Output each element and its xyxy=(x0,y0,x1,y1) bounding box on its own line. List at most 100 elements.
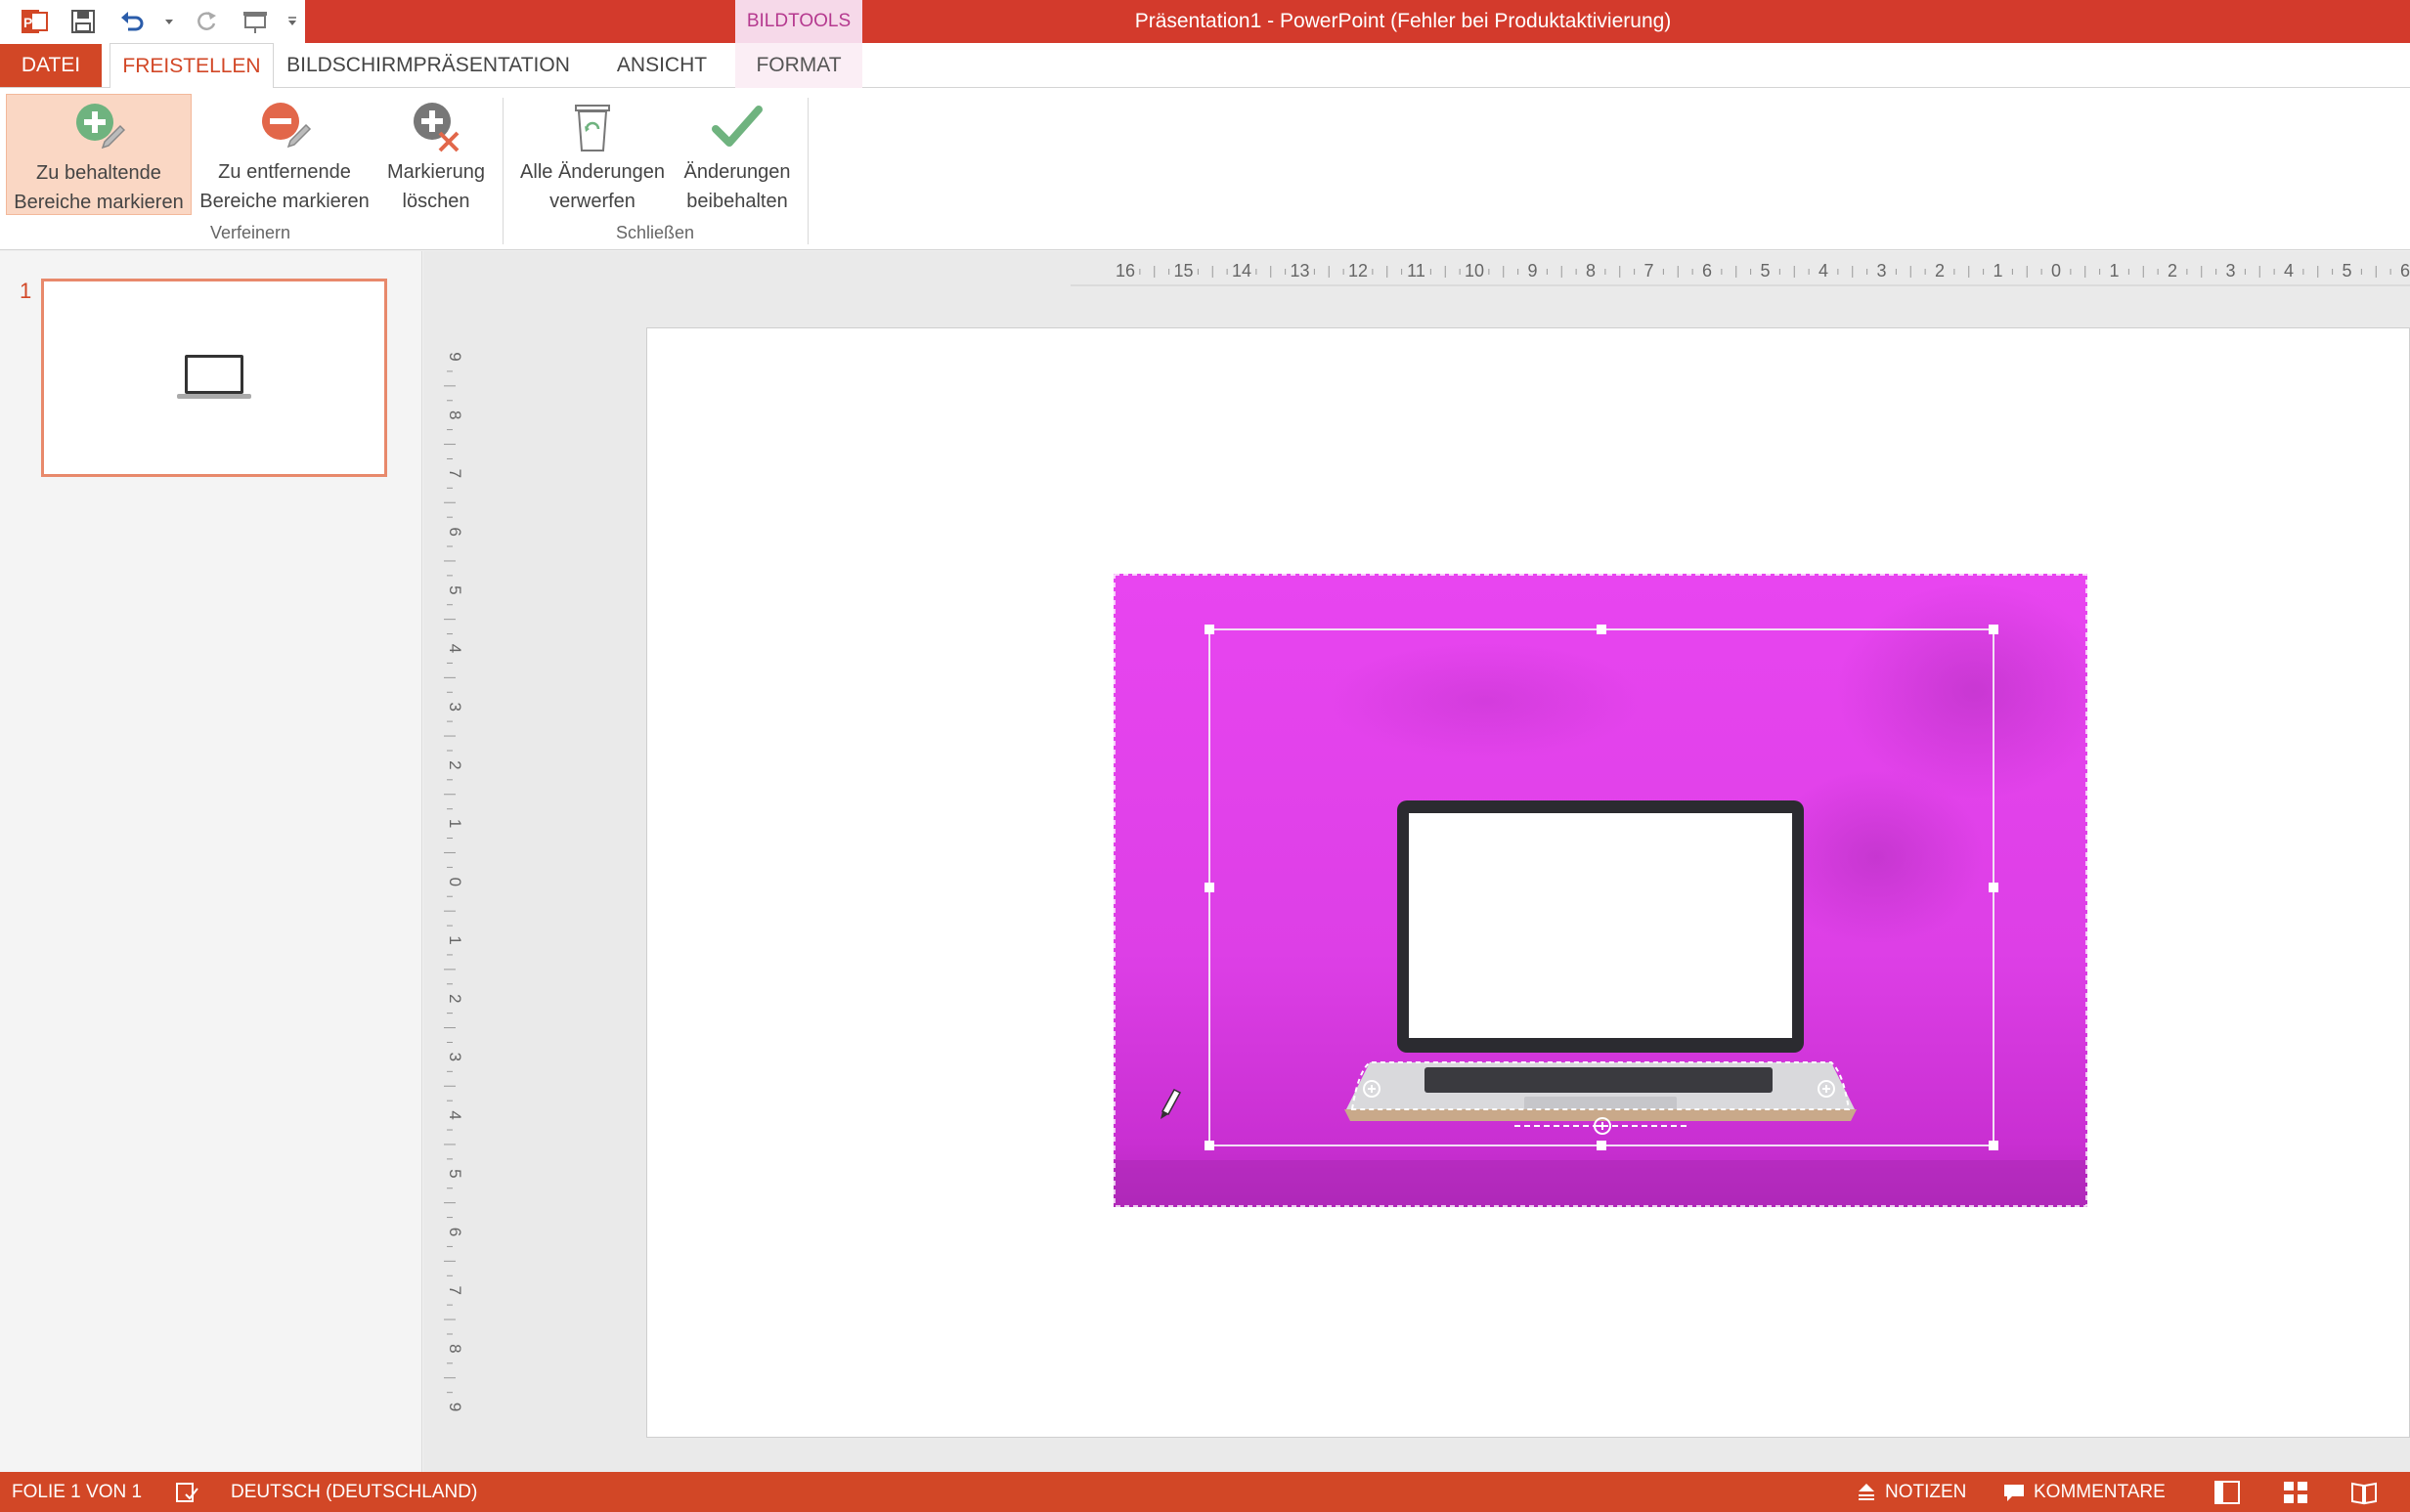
status-bar: FOLIE 1 VON 1 DEUTSCH (DEUTSCHLAND) NOTI… xyxy=(0,1472,2410,1512)
ruler-label: 3 xyxy=(446,702,464,711)
powerpoint-window: P BILDTOOLS Präsentation1 - PowerPoint (… xyxy=(0,0,2410,1512)
mark-areas-to-keep-button[interactable]: Zu behaltende Bereiche markieren xyxy=(6,94,192,215)
slide-thumbnail[interactable] xyxy=(41,279,387,477)
resize-handle[interactable] xyxy=(1205,625,1214,634)
tab-view[interactable]: ANSICHT xyxy=(598,43,725,88)
slide-sorter-icon[interactable] xyxy=(2282,1472,2309,1512)
window-title: Präsentation1 - PowerPoint (Fehler bei P… xyxy=(1134,10,1672,32)
keep-changes-button[interactable]: Änderungen beibehalten xyxy=(677,94,798,215)
ruler-label: 6 xyxy=(446,1228,464,1236)
mark-remove-label-2: Bereiche markieren xyxy=(199,191,370,212)
mark-areas-to-remove-button[interactable]: Zu entfernende Bereiche markieren xyxy=(192,94,377,215)
ruler-label: 1 xyxy=(446,819,464,828)
ruler-label: 3 xyxy=(2225,261,2235,281)
resize-handle[interactable] xyxy=(1989,883,1998,892)
ruler-label: 7 xyxy=(446,1285,464,1294)
plus-pencil-icon xyxy=(67,99,130,157)
slide-info: FOLIE 1 VON 1 xyxy=(12,1482,143,1502)
comment-icon xyxy=(2004,1484,2024,1501)
comments-button[interactable]: KOMMENTARE xyxy=(2002,1472,2166,1512)
ruler-label: 8 xyxy=(1586,261,1596,281)
vertical-ruler[interactable]: 9 8 7 6 5 4 3 2 1 0 1 2 3 4 5 6 7 8 9 xyxy=(435,327,464,1438)
ruler-label: 5 xyxy=(1760,261,1770,281)
resize-handle[interactable] xyxy=(1989,625,1998,634)
ruler-label: 9 xyxy=(446,1403,464,1411)
ruler-label: 13 xyxy=(1290,261,1309,281)
ruler-label: 2 xyxy=(446,760,464,769)
reading-view-icon[interactable] xyxy=(2350,1472,2378,1512)
group-separator xyxy=(503,98,504,244)
tab-format[interactable]: FORMAT xyxy=(735,43,862,88)
redo-icon[interactable] xyxy=(184,2,229,41)
laptop-image xyxy=(1344,800,1857,1121)
background-blur-shape xyxy=(1329,642,1642,759)
delete-mark-label-1: Markierung xyxy=(386,161,486,183)
ruler-label: 15 xyxy=(1173,261,1193,281)
normal-view-icon[interactable] xyxy=(2213,1472,2241,1512)
keep-changes-label-2: beibehalten xyxy=(686,191,788,212)
checkmark-icon xyxy=(706,98,768,156)
start-slideshow-icon[interactable] xyxy=(233,2,278,41)
minus-pencil-icon xyxy=(253,98,316,156)
table-edge xyxy=(1114,1160,2087,1207)
recycle-bin-icon xyxy=(561,98,624,156)
tab-file[interactable]: DATEI xyxy=(0,44,102,87)
picture-tools-context-header: BILDTOOLS xyxy=(735,0,862,43)
laptop-thumbnail-icon xyxy=(177,354,251,399)
ribbon-tabs: DATEI FREISTELLEN BILDSCHIRMPRÄSENTATION… xyxy=(0,43,2410,89)
ribbon: Zu behaltende Bereiche markieren Zu entf… xyxy=(0,88,2410,250)
notes-label: NOTIZEN xyxy=(1885,1482,1967,1502)
ruler-label: 4 xyxy=(2284,261,2294,281)
keep-changes-label-1: Änderungen xyxy=(683,161,791,183)
resize-handle[interactable] xyxy=(1205,1141,1214,1150)
group-label-close: Schließen xyxy=(615,223,695,242)
resize-handle[interactable] xyxy=(1597,1141,1606,1150)
delete-mark-button[interactable]: Markierung löschen xyxy=(377,94,495,215)
ruler-label: 0 xyxy=(446,878,464,886)
tab-slideshow[interactable]: BILDSCHIRMPRÄSENTATION xyxy=(285,43,571,88)
ruler-label: 1 xyxy=(1993,261,2002,281)
undo-dropdown-icon[interactable] xyxy=(158,2,180,41)
ruler-label: 16 xyxy=(1116,261,1135,281)
ruler-label: 3 xyxy=(446,1053,464,1061)
tab-freistellen[interactable]: FREISTELLEN xyxy=(110,43,274,89)
customize-toolbar-icon[interactable] xyxy=(282,2,303,41)
resize-handle[interactable] xyxy=(1205,883,1214,892)
ruler-label: 6 xyxy=(2400,261,2410,281)
discard-all-changes-button[interactable]: Alle Änderungen verwerfen xyxy=(508,94,677,215)
notes-button[interactable]: NOTIZEN xyxy=(1856,1472,1966,1512)
slide-number: 1 xyxy=(20,279,32,303)
notes-icon xyxy=(1859,1483,1874,1500)
ruler-label: 0 xyxy=(2051,261,2061,281)
mark-keep-label-2: Bereiche markieren xyxy=(14,192,184,213)
ruler-label: 1 xyxy=(446,935,464,944)
ruler-label: 2 xyxy=(2168,261,2177,281)
resize-handle[interactable] xyxy=(1989,1141,1998,1150)
ruler-label: 2 xyxy=(446,994,464,1003)
ruler-label: 4 xyxy=(446,644,464,653)
svg-text:P: P xyxy=(23,15,32,30)
ruler-label: 8 xyxy=(446,1344,464,1353)
ruler-label: 6 xyxy=(1702,261,1712,281)
ruler-label: 5 xyxy=(446,1169,464,1178)
spellcheck-icon[interactable] xyxy=(174,1472,199,1512)
undo-icon[interactable] xyxy=(110,2,154,41)
delete-mark-icon xyxy=(405,98,467,156)
ruler-label: 9 xyxy=(446,352,464,361)
save-icon[interactable] xyxy=(61,2,106,41)
horizontal-ruler[interactable]: 1615141312111098765432101234567891011121… xyxy=(1071,257,2410,286)
language-indicator[interactable]: DEUTSCH (DEUTSCHLAND) xyxy=(231,1472,477,1512)
resize-handle[interactable] xyxy=(1597,625,1606,634)
ruler-label: 5 xyxy=(446,585,464,594)
ruler-label: 2 xyxy=(1935,261,1945,281)
ruler-label: 7 xyxy=(1643,261,1653,281)
ruler-label: 11 xyxy=(1407,261,1425,281)
ruler-label: 1 xyxy=(2109,261,2119,281)
ruler-label: 8 xyxy=(446,410,464,419)
picture-background-removal[interactable] xyxy=(1114,574,2087,1207)
discard-label-2: verwerfen xyxy=(549,191,635,212)
ruler-label: 6 xyxy=(446,527,464,536)
ruler-label: 10 xyxy=(1465,261,1484,281)
ruler-label: 14 xyxy=(1232,261,1251,281)
discard-label-1: Alle Änderungen xyxy=(520,161,665,183)
